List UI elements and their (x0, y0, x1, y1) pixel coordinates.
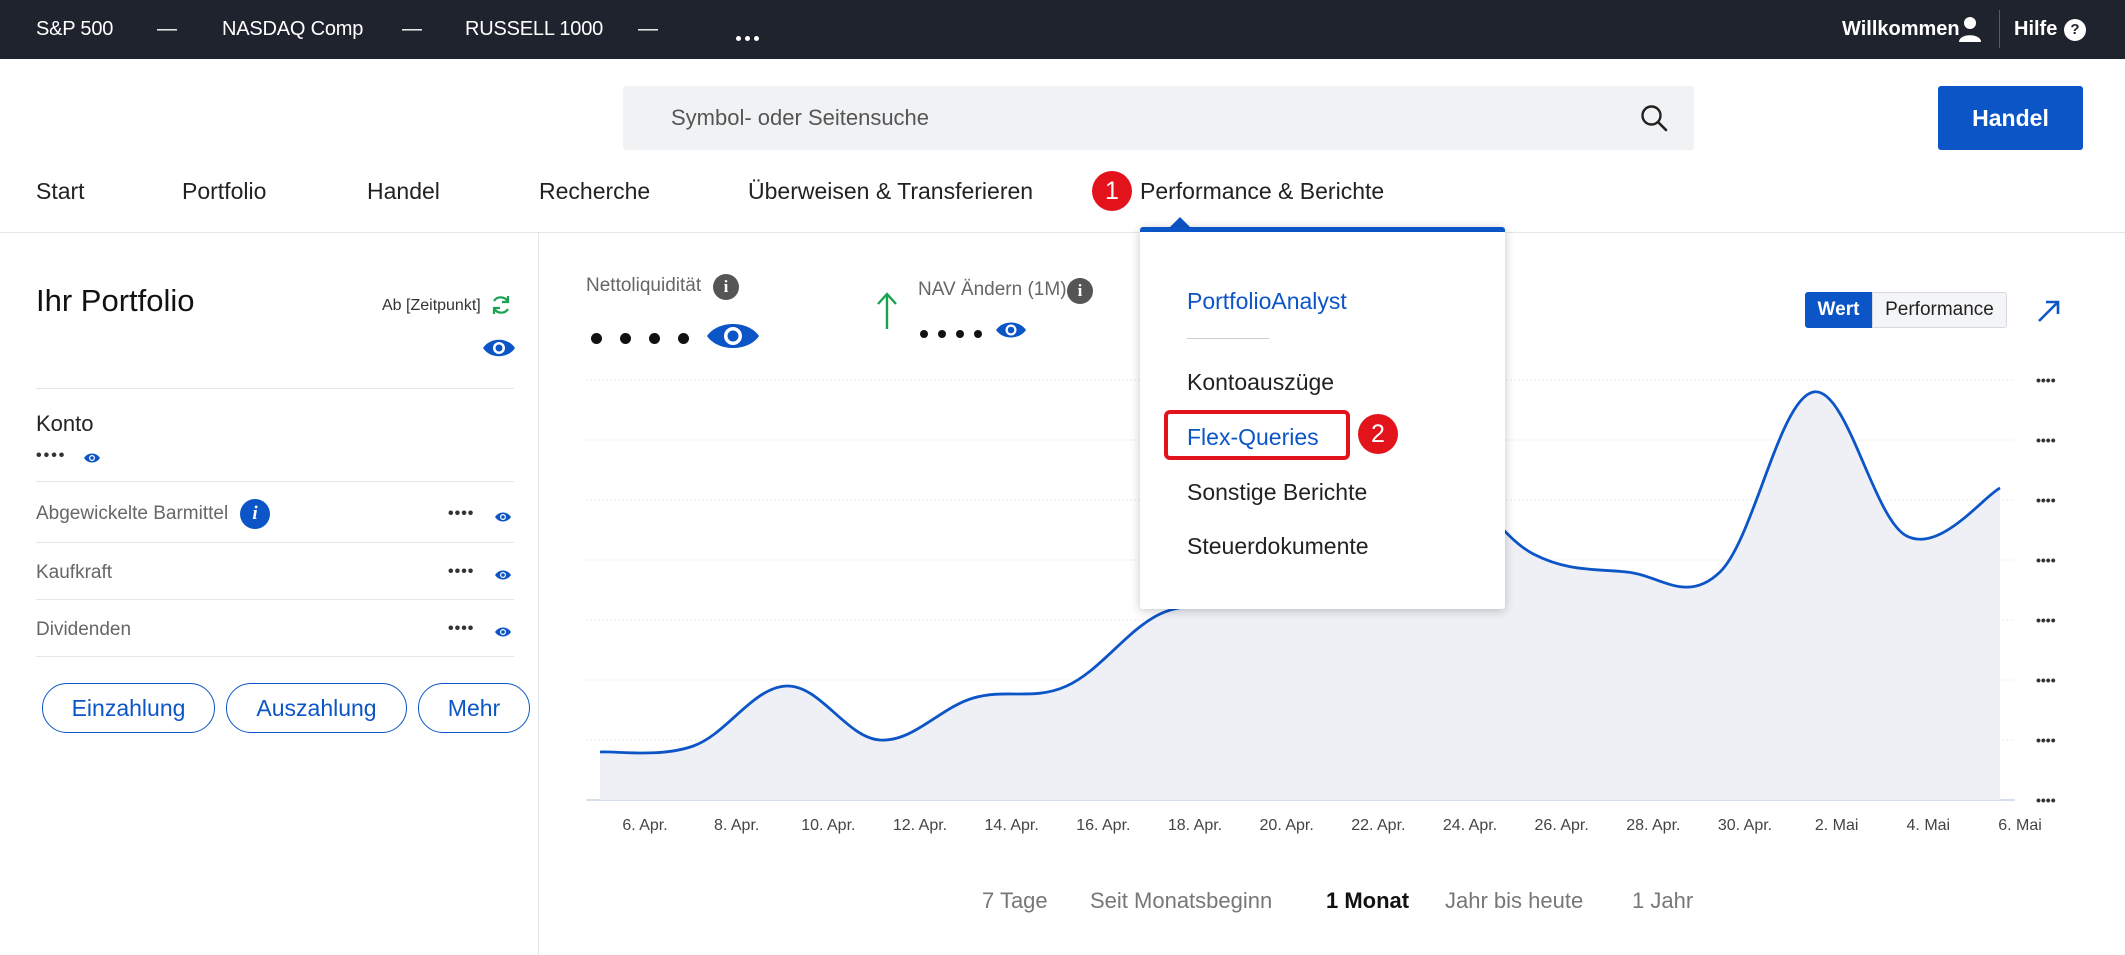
eye-icon[interactable] (995, 320, 1027, 345)
arrow-up-icon (876, 291, 898, 336)
deposit-button[interactable]: Einzahlung (42, 683, 215, 733)
x-tick-label: 6. Apr. (622, 817, 667, 834)
nav-change-value-masked (920, 325, 992, 343)
refresh-icon[interactable] (490, 294, 512, 321)
range-option-7d[interactable]: 7 Tage (982, 888, 1048, 914)
account-value: •••• (36, 447, 67, 464)
search-input[interactable] (671, 86, 1621, 150)
y-tick-label: •••• (2036, 732, 2056, 748)
ticker-separator (1999, 10, 2000, 48)
nav-item-performance-reports[interactable]: Performance & Berichte (1140, 178, 1384, 205)
eye-small-icon[interactable] (83, 451, 101, 469)
x-tick-label: 30. Apr. (1718, 817, 1772, 834)
range-option-ytd[interactable]: Jahr bis heute (1445, 888, 1583, 914)
divider (36, 481, 514, 482)
toggle-performance-button[interactable]: Performance (1872, 292, 2007, 328)
withdraw-button[interactable]: Auszahlung (226, 683, 407, 733)
info-icon[interactable]: i (713, 274, 739, 300)
settled-cash-value: •••• (448, 505, 475, 522)
help-label[interactable]: Hilfe (2014, 0, 2057, 59)
x-tick-label: 24. Apr. (1443, 817, 1497, 834)
divider (36, 656, 514, 657)
net-liquidity-label: Nettoliquidität (586, 275, 702, 296)
settled-cash-label: Abgewickelte Barmittel (36, 503, 229, 524)
range-option-1y[interactable]: 1 Jahr (1632, 888, 1693, 914)
x-tick-label: 4. Mai (1907, 817, 1951, 834)
y-tick-label: •••• (2036, 612, 2056, 628)
nav-item-recherche[interactable]: Recherche (539, 178, 650, 205)
step-badge-1: 1 (1092, 171, 1132, 211)
buying-power-label: Kaufkraft (36, 562, 113, 583)
nav-item-start[interactable]: Start (36, 178, 85, 205)
nav-item-portfolio[interactable]: Portfolio (182, 178, 266, 205)
y-tick-label: •••• (2036, 792, 2056, 808)
as-of-label: Ab [Zeitpunkt] (382, 297, 481, 314)
menu-item-tax-documents[interactable]: Steuerdokumente (1187, 533, 1369, 560)
menu-item-statements[interactable]: Kontoauszüge (1187, 369, 1334, 396)
y-tick-label: •••• (2036, 552, 2056, 568)
welcome-label[interactable]: Willkommen (1842, 0, 1960, 59)
nav-item-transfer[interactable]: Überweisen & Transferieren (748, 178, 1033, 205)
ticker-label-nasdaq[interactable]: NASDAQ Comp (222, 0, 363, 59)
x-tick-label: 8. Apr. (714, 817, 759, 834)
x-tick-label: 2. Mai (1815, 817, 1859, 834)
range-option-1m[interactable]: 1 Monat (1326, 888, 1409, 914)
toggle-value-button[interactable]: Wert (1805, 292, 1872, 328)
highlight-box (1164, 410, 1350, 460)
panel-divider (538, 233, 539, 955)
step-badge-2: 2 (1358, 414, 1398, 454)
eye-small-icon[interactable] (494, 568, 512, 586)
x-tick-label: 22. Apr. (1351, 817, 1405, 834)
portfolio-title: Ihr Portfolio (36, 283, 195, 318)
eye-icon[interactable] (482, 337, 516, 364)
help-icon[interactable]: ? (2064, 19, 2086, 41)
nav-change-label: NAV Ändern (1M) (918, 279, 1067, 300)
divider (36, 388, 514, 389)
x-tick-label: 10. Apr. (801, 817, 855, 834)
net-liquidity-value-masked (591, 331, 707, 349)
ticker-label-russell[interactable]: RUSSELL 1000 (465, 0, 603, 59)
eye-small-icon[interactable] (494, 625, 512, 643)
y-tick-label: •••• (2036, 372, 2056, 388)
ticker-label-sp500[interactable]: S&P 500 (36, 0, 113, 59)
divider (36, 542, 514, 543)
x-tick-label: 16. Apr. (1076, 817, 1130, 834)
menu-item-other-reports[interactable]: Sonstige Berichte (1187, 479, 1367, 506)
x-tick-label: 18. Apr. (1168, 817, 1222, 834)
nav-divider (0, 232, 2125, 233)
ticker-bar: S&P 500 — NASDAQ Comp — RUSSELL 1000 — W… (0, 0, 2125, 59)
more-button[interactable]: Mehr (418, 683, 530, 733)
dropdown-divider (1187, 338, 1269, 339)
x-tick-label: 12. Apr. (893, 817, 947, 834)
ticker-value-russell: — (638, 18, 658, 40)
eye-small-icon[interactable] (494, 510, 512, 528)
user-icon[interactable] (1958, 16, 1982, 47)
x-tick-label: 14. Apr. (985, 817, 1039, 834)
info-icon[interactable]: i (240, 499, 270, 529)
x-tick-label: 20. Apr. (1260, 817, 1314, 834)
range-option-mtd[interactable]: Seit Monatsbeginn (1090, 888, 1272, 914)
x-tick-label: 28. Apr. (1626, 817, 1680, 834)
dividends-label: Dividenden (36, 619, 132, 640)
x-tick-label: 26. Apr. (1535, 817, 1589, 834)
x-tick-label: 6. Mai (1998, 817, 2042, 834)
ticker-value-nasdaq: — (402, 18, 422, 40)
ticker-more-icon[interactable] (736, 28, 763, 46)
expand-icon[interactable] (2036, 298, 2062, 329)
ticker-value-sp500: — (157, 18, 177, 40)
y-tick-label: •••• (2036, 492, 2056, 508)
menu-item-portfolioanalyst[interactable]: PortfolioAnalyst (1187, 288, 1347, 315)
nav-item-handel[interactable]: Handel (367, 178, 440, 205)
dividends-value: •••• (448, 620, 475, 637)
search-bar (623, 86, 1694, 150)
account-label: Konto (36, 411, 94, 436)
info-icon[interactable]: i (1067, 278, 1093, 304)
buying-power-value: •••• (448, 563, 475, 580)
y-tick-label: •••• (2036, 432, 2056, 448)
divider (36, 599, 514, 600)
trade-button[interactable]: Handel (1938, 86, 2083, 150)
search-icon[interactable] (1640, 104, 1668, 137)
eye-icon[interactable] (706, 320, 760, 357)
y-tick-label: •••• (2036, 672, 2056, 688)
